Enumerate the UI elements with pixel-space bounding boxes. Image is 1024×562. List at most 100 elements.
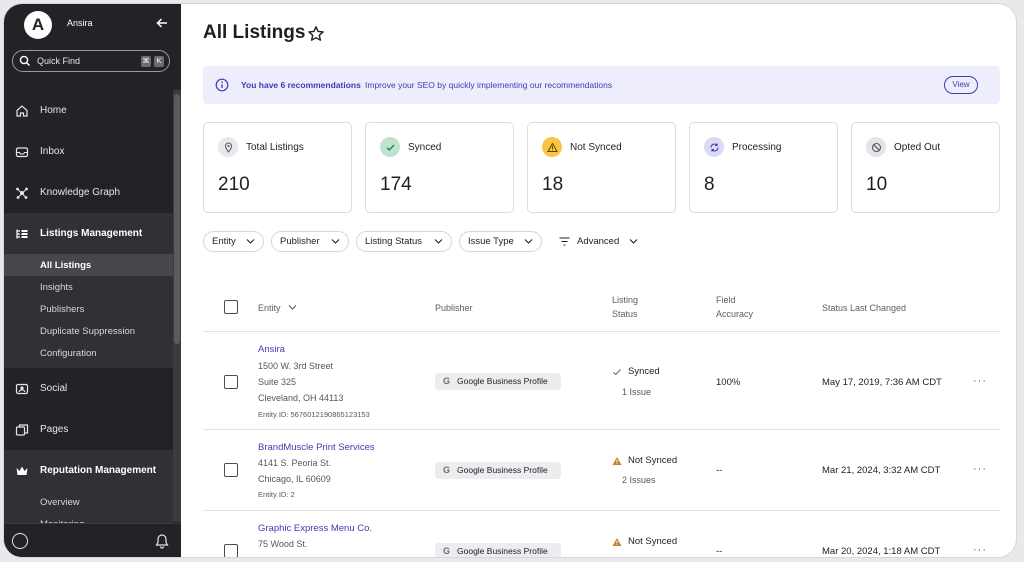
stat-label: Processing <box>732 142 782 153</box>
stat-card-synced[interactable]: Synced 174 <box>365 122 514 213</box>
command-key: ⌘ <box>141 56 151 67</box>
stat-label: Total Listings <box>246 142 304 153</box>
entity-address: 75 Wood St. <box>258 539 308 549</box>
quick-find-search[interactable]: Quick Find ⌘ K <box>12 50 170 72</box>
row-checkbox[interactable] <box>224 544 238 557</box>
subnav-insights[interactable]: Insights <box>4 276 173 298</box>
subnav-duplicate-suppression[interactable]: Duplicate Suppression <box>4 320 173 342</box>
search-placeholder: Quick Find <box>37 56 81 66</box>
main-content: All Listings You have 6 recommendations … <box>181 4 1016 557</box>
issue-count[interactable]: 1 Issue <box>622 387 651 397</box>
stat-card-processing[interactable]: Processing 8 <box>689 122 838 213</box>
sidebar-item-social[interactable]: Social <box>4 368 173 409</box>
column-label: Listing <box>612 295 639 305</box>
column-publisher: Publisher <box>435 303 473 313</box>
sidebar-scrollbar[interactable] <box>173 90 181 522</box>
entity-name-link[interactable]: Ansira <box>258 344 285 355</box>
user-avatar-icon[interactable] <box>12 533 28 549</box>
view-recommendations-button[interactable]: View <box>944 76 978 94</box>
sidebar-item-knowledge-graph[interactable]: Knowledge Graph <box>4 172 173 213</box>
entity-address: Cleveland, OH 44113 <box>258 393 344 403</box>
entity-name-link[interactable]: Graphic Express Menu Co. <box>258 523 372 534</box>
entity-id: Entity ID: 5676012190865123153 <box>258 410 370 419</box>
stat-label: Opted Out <box>894 142 941 153</box>
select-all-checkbox[interactable] <box>224 300 238 314</box>
publisher-chip: G Google Business Profile <box>435 543 561 557</box>
stat-card-not-synced[interactable]: Not Synced 18 <box>527 122 676 213</box>
entity-address: 4141 S. Peoria St. <box>258 458 332 468</box>
warning-icon <box>612 538 622 546</box>
sidebar-item-label: Pages <box>40 424 69 435</box>
listings-submenu: All Listings Insights Publishers Duplica… <box>4 254 173 368</box>
stat-value: 8 <box>704 174 715 195</box>
app-window: A Ansira Quick Find ⌘ K Home Inbox Knowl… <box>4 4 1016 557</box>
advanced-filter-button[interactable]: Advanced <box>559 231 645 252</box>
chevron-down-icon <box>629 239 638 244</box>
column-listing-status: Listing Status <box>612 293 638 321</box>
entity-address: 1500 W. 3rd Street <box>258 361 334 371</box>
row-more-button[interactable]: ··· <box>973 544 987 556</box>
column-field-accuracy: Field Accuracy <box>716 293 753 321</box>
warning-icon <box>612 457 622 465</box>
publisher-name: Google Business Profile <box>457 546 548 556</box>
banner-headline: You have 6 recommendations <box>241 80 361 90</box>
filter-label: Listing Status <box>365 236 423 247</box>
status-label: Not Synced <box>628 455 678 466</box>
field-accuracy: -- <box>716 546 723 557</box>
entity-filter[interactable]: Entity <box>203 231 264 252</box>
info-icon <box>215 78 229 92</box>
field-accuracy: -- <box>716 465 723 476</box>
publisher-chip: G Google Business Profile <box>435 462 561 479</box>
inbox-icon <box>15 146 29 157</box>
pin-icon <box>218 137 238 157</box>
table-row[interactable]: Graphic Express Menu Co. 75 Wood St. G G… <box>203 511 1000 557</box>
sidebar-item-reputation-management[interactable]: Reputation Management <box>4 450 173 491</box>
filter-icon <box>559 237 570 246</box>
ansira-logo[interactable]: A <box>24 11 52 39</box>
publisher-chip: G Google Business Profile <box>435 373 561 390</box>
sidebar-item-inbox[interactable]: Inbox <box>4 131 173 172</box>
row-checkbox[interactable] <box>224 375 238 389</box>
column-label: Accuracy <box>716 309 754 319</box>
star-icon[interactable] <box>307 25 325 43</box>
sidebar-item-home[interactable]: Home <box>4 90 173 131</box>
entity-name-link[interactable]: BrandMuscle Print Services <box>258 442 375 453</box>
scrollbar-thumb[interactable] <box>174 94 180 344</box>
stat-card-total-listings[interactable]: Total Listings 210 <box>203 122 352 213</box>
chevron-down-icon <box>288 305 297 310</box>
advanced-label: Advanced <box>577 236 620 247</box>
table-header: Entity Publisher Listing Status Field Ac… <box>203 280 1000 332</box>
column-entity[interactable]: Entity <box>258 301 297 315</box>
row-checkbox[interactable] <box>224 463 238 477</box>
listing-status-filter[interactable]: Listing Status <box>356 231 452 252</box>
publisher-name: Google Business Profile <box>457 465 548 475</box>
status-last-changed: Mar 21, 2024, 3:32 AM CDT <box>822 465 941 476</box>
publisher-filter[interactable]: Publisher <box>271 231 349 252</box>
check-icon <box>380 137 400 157</box>
column-label: Field <box>716 295 736 305</box>
row-more-button[interactable]: ··· <box>973 463 987 475</box>
subnav-configuration[interactable]: Configuration <box>4 342 173 364</box>
collapse-sidebar-button[interactable] <box>152 14 172 34</box>
blocked-icon <box>866 137 886 157</box>
issue-type-filter[interactable]: Issue Type <box>459 231 542 252</box>
subnav-publishers[interactable]: Publishers <box>4 298 173 320</box>
bell-icon[interactable] <box>154 533 170 549</box>
arrow-left-icon <box>156 18 167 28</box>
table-row[interactable]: BrandMuscle Print Services 4141 S. Peori… <box>203 430 1000 511</box>
k-key: K <box>154 56 164 67</box>
sidebar-item-pages[interactable]: Pages <box>4 409 173 450</box>
search-icon <box>19 55 31 67</box>
table-row[interactable]: Ansira 1500 W. 3rd Street Suite 325 Clev… <box>203 332 1000 430</box>
stat-card-opted-out[interactable]: Opted Out 10 <box>851 122 1000 213</box>
sidebar-item-listings-management[interactable]: Listings Management <box>4 213 173 254</box>
subnav-overview[interactable]: Overview <box>4 491 173 513</box>
filter-label: Publisher <box>280 236 320 247</box>
status-last-changed: May 17, 2019, 7:36 AM CDT <box>822 377 942 388</box>
issue-count[interactable]: 2 Issues <box>622 475 656 485</box>
subnav-all-listings[interactable]: All Listings <box>4 254 173 276</box>
row-more-button[interactable]: ··· <box>973 375 987 387</box>
sync-icon <box>704 137 724 157</box>
filter-label: Entity <box>212 236 236 247</box>
warning-icon <box>542 137 562 157</box>
